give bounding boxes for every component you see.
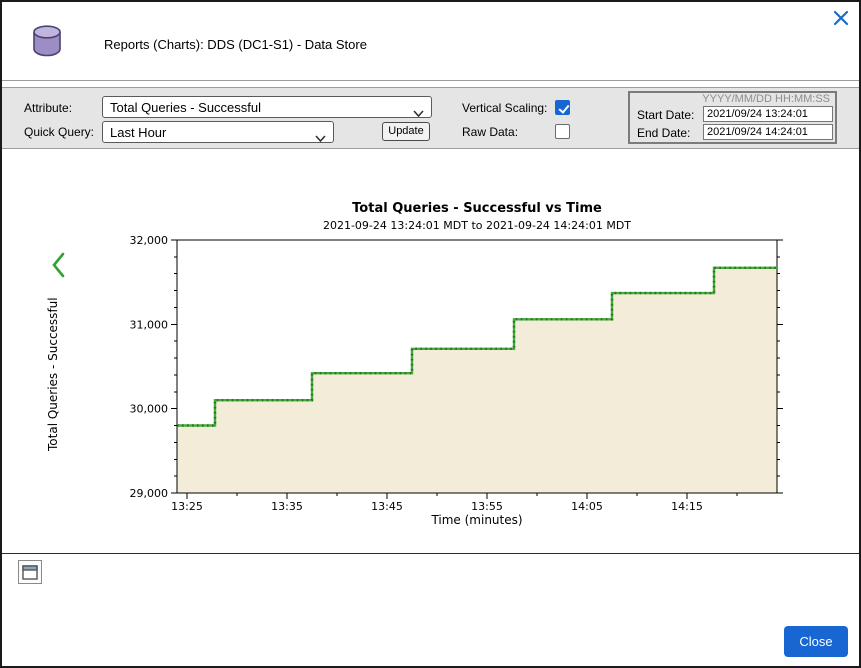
quick-query-label: Quick Query: (24, 125, 94, 139)
close-dialog-button[interactable] (830, 8, 852, 30)
x-tick-label: 14:05 (571, 500, 603, 513)
series-area (177, 268, 777, 493)
start-date-input[interactable] (703, 106, 833, 122)
y-tick-label: 32,000 (130, 234, 169, 247)
raw-data-checkbox[interactable] (555, 124, 570, 139)
header-divider (2, 80, 859, 81)
x-tick-label: 13:35 (271, 500, 303, 513)
start-date-label: Start Date: (637, 108, 694, 122)
chart-canvas: 29,000 30,000 31,000 32,000 13:25 13:35 13:45 1… (2, 192, 861, 542)
page-title: Reports (Charts): DDS (DC1-S1) - Data St… (104, 37, 367, 52)
close-icon (833, 10, 849, 26)
vertical-scaling-label: Vertical Scaling: (462, 101, 547, 115)
x-tick-label: 14:15 (671, 500, 703, 513)
update-button[interactable]: Update (382, 122, 430, 141)
quick-query-select[interactable]: Last Hour (102, 121, 334, 143)
vertical-scaling-checkbox[interactable] (555, 100, 570, 115)
reports-dialog: Reports (Charts): DDS (DC1-S1) - Data St… (0, 0, 861, 668)
end-date-label: End Date: (637, 126, 690, 140)
report-window-icon (22, 565, 38, 580)
controls-bar: Attribute: Total Queries - Successful Qu… (2, 87, 859, 149)
quick-query-select-value: Last Hour (110, 125, 166, 140)
y-tick-label: 31,000 (130, 318, 169, 331)
attribute-select[interactable]: Total Queries - Successful (102, 96, 432, 118)
chevron-down-icon (315, 130, 326, 145)
printable-report-button[interactable] (18, 560, 42, 584)
database-icon (29, 24, 65, 58)
attribute-select-value: Total Queries - Successful (110, 100, 261, 115)
x-tick-label: 13:25 (171, 500, 203, 513)
x-tick-label: 13:55 (471, 500, 503, 513)
chevron-down-icon (413, 105, 424, 120)
end-date-input[interactable] (703, 124, 833, 140)
chart-region: Total Queries - Successful vs Time 2021-… (2, 192, 861, 542)
x-tick-label: 13:45 (371, 500, 403, 513)
y-tick-label: 30,000 (130, 403, 169, 416)
footer-divider (2, 553, 859, 554)
raw-data-label: Raw Data: (462, 125, 518, 139)
close-button[interactable]: Close (784, 626, 848, 657)
y-tick-label: 29,000 (130, 487, 169, 500)
x-axis-label: Time (minutes) (177, 513, 777, 527)
date-format-hint: YYYY/MM/DD HH:MM:SS (702, 93, 830, 105)
date-range-box: YYYY/MM/DD HH:MM:SS Start Date: End Date… (628, 91, 837, 144)
attribute-label: Attribute: (24, 101, 72, 115)
